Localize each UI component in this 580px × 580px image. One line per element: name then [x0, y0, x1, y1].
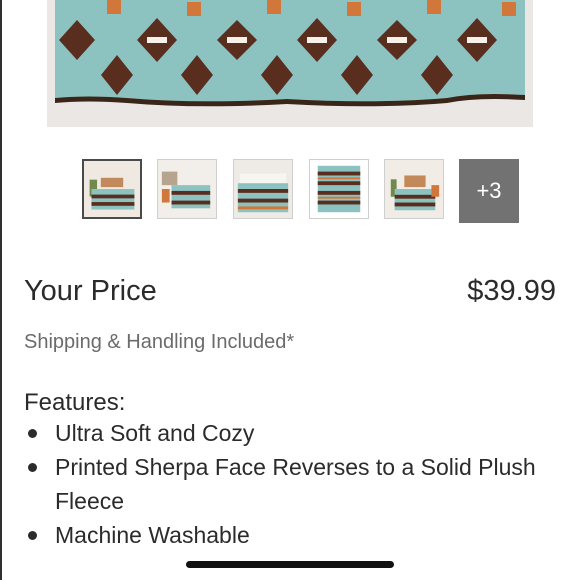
pattern-swatch-icon: [310, 160, 368, 218]
bedroom-photo-icon: [84, 161, 140, 217]
more-images-count: +3: [476, 178, 502, 203]
blanket-pattern-image: [47, 0, 533, 127]
price-value: $39.99: [467, 275, 556, 307]
page-edge: [0, 0, 2, 580]
features-list: Ultra Soft and Cozy Printed Sherpa Face …: [24, 416, 544, 552]
more-images-button[interactable]: +3: [459, 159, 519, 223]
thumbnail-1[interactable]: [82, 159, 142, 219]
feature-item: Ultra Soft and Cozy: [24, 416, 544, 450]
shipping-note: Shipping & Handling Included*: [24, 331, 295, 353]
bedroom-photo-icon: [158, 160, 216, 218]
price-label: Your Price: [24, 275, 157, 307]
features-heading: Features:: [24, 389, 126, 416]
bedding-closeup-icon: [234, 160, 292, 218]
feature-item: Printed Sherpa Face Reverses to a Solid …: [24, 450, 544, 518]
bedroom-photo-icon: [385, 160, 443, 218]
thumbnail-2[interactable]: [157, 159, 217, 219]
thumbnail-3[interactable]: [233, 159, 293, 219]
home-indicator[interactable]: [186, 561, 394, 568]
feature-item: Machine Washable: [24, 518, 544, 552]
thumbnail-4[interactable]: [309, 159, 369, 219]
image-thumbnail-strip: +3: [0, 159, 580, 223]
product-main-image[interactable]: [47, 0, 533, 127]
thumbnail-5[interactable]: [384, 159, 444, 219]
